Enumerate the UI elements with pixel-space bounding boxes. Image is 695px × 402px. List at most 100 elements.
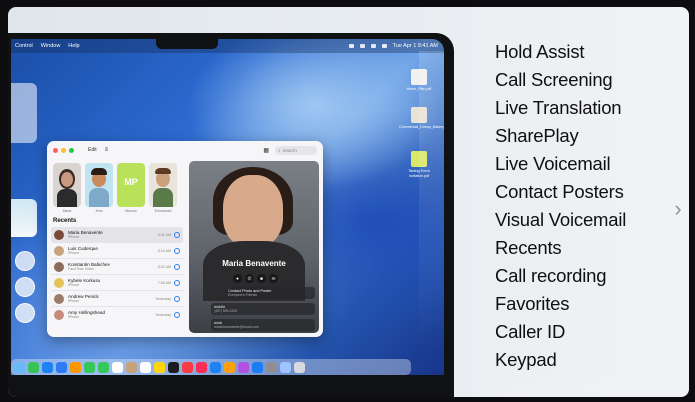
message-icon[interactable]: ● [233, 274, 242, 283]
minimize-button[interactable] [61, 147, 66, 153]
video-icon[interactable] [174, 263, 180, 270]
edit-button[interactable]: Edit [88, 147, 97, 153]
feature-list: Hold Assist Call Screening Live Translat… [495, 38, 626, 374]
safari-icon[interactable] [56, 361, 67, 373]
feature-item: Call Screening [495, 69, 613, 90]
phone-icon[interactable] [98, 361, 109, 373]
poster-contact-name: Maria Benavente [222, 259, 286, 268]
feature-item: Favorites [495, 293, 570, 314]
downloads-folder-icon[interactable] [280, 361, 291, 373]
feature-item: Visual Voicemail [495, 209, 627, 230]
camera-notch [156, 39, 218, 49]
recent-row[interactable]: Luis Cuderque iPhone 8:10 AM [51, 243, 183, 259]
favorite-emmanuel[interactable] [149, 163, 177, 207]
feature-item: Recents [495, 237, 562, 258]
macbook-screen: Control Window Help Tue Apr 1 9:41 AM Ta… [8, 33, 454, 397]
desktop: Control Window Help Tue Apr 1 9:41 AM Ta… [11, 39, 444, 375]
search-icon[interactable] [370, 44, 376, 48]
feature-item: Caller ID [495, 321, 566, 342]
contact-actions: ● ✆ ■ ✉ [233, 274, 278, 283]
wifi-icon[interactable] [348, 44, 354, 48]
info-icon[interactable] [174, 247, 180, 254]
favorite-maria[interactable] [53, 163, 81, 207]
contact-photo [223, 175, 283, 247]
favorite-label: Maria [62, 209, 72, 213]
recent-row[interactable]: Maria Benavente iPhone 9:41 AM [51, 227, 183, 243]
avatar [54, 245, 64, 256]
messages-icon[interactable] [28, 361, 39, 373]
calendar-icon[interactable] [112, 361, 123, 373]
recents-list: Maria Benavente iPhone 9:41 AM Luis Cuder… [51, 227, 183, 322]
mail-icon[interactable]: ✉ [269, 274, 278, 283]
favorite-label: Marcus [125, 209, 137, 213]
control-center-icon[interactable] [381, 44, 387, 48]
music-icon[interactable] [182, 361, 193, 373]
zoom-button[interactable] [69, 147, 74, 153]
podcasts-icon[interactable] [238, 361, 249, 373]
finder-icon[interactable] [14, 361, 25, 373]
info-icon[interactable] [174, 231, 180, 238]
facetime-icon[interactable] [84, 361, 95, 373]
feature-item: SharePlay [495, 125, 579, 146]
phone-toolbar: Edit ≡ ▦ ⌕ Search [47, 141, 323, 159]
info-icon[interactable] [174, 279, 180, 286]
avatar [54, 309, 64, 320]
filter-icon[interactable]: ≡ [105, 147, 109, 153]
menu-help[interactable]: Help [68, 43, 79, 49]
feature-item: Live Translation [495, 97, 622, 118]
poster-settings-card[interactable]: Contact Photo and Poster Everyone's Frie… [225, 287, 315, 299]
next-slide-chevron-icon[interactable]: › [670, 195, 686, 223]
app-store-icon[interactable] [252, 361, 263, 373]
video-icon[interactable]: ■ [257, 274, 266, 283]
news-icon[interactable] [196, 361, 207, 373]
clock-widget-3[interactable] [15, 303, 35, 323]
recent-row[interactable]: Kybele Korkusu iPhone 7:58 AM [51, 275, 183, 291]
menu-bar: Control Window Help Tue Apr 1 9:41 AM [11, 39, 444, 53]
menu-clock[interactable]: Tue Apr 1 9:41 AM [393, 43, 438, 49]
recent-row[interactable]: Andrew Penick iPhone Yesterday [51, 291, 183, 307]
feature-item: Contact Posters [495, 181, 624, 202]
menu-window[interactable]: Window [41, 43, 61, 49]
recent-row[interactable]: Konstantin Babichev FaceTime Video 8:02 A… [51, 259, 183, 275]
avatar [54, 229, 64, 240]
mobile-number-card[interactable]: mobile (407) 555-0190 [211, 303, 315, 315]
keynote-icon[interactable] [210, 361, 221, 373]
phone-icon[interactable]: ✆ [245, 274, 254, 283]
trash-icon[interactable] [294, 361, 305, 373]
work-email-card[interactable]: work maria.benavente@icloud.com [211, 319, 315, 331]
phone-app-window: Edit ≡ ▦ ⌕ Search MP Maria Jess Marcus E… [47, 141, 323, 337]
dock [11, 359, 411, 375]
search-icon: ⌕ [278, 147, 281, 153]
battery-icon[interactable] [359, 44, 365, 48]
favorites-row: MP [53, 163, 177, 207]
avatar [54, 277, 64, 288]
mail-icon[interactable] [42, 361, 53, 373]
notes-icon[interactable] [154, 361, 165, 373]
recent-row[interactable]: Amy Hollingshead iPhone Yesterday [51, 307, 183, 322]
contacts-icon[interactable] [126, 361, 137, 373]
reminders-icon[interactable] [140, 361, 151, 373]
favorite-jess[interactable] [85, 163, 113, 207]
avatar [54, 293, 64, 304]
menu-control[interactable]: Control [15, 43, 33, 49]
pages-icon[interactable] [224, 361, 235, 373]
keypad-grid-icon[interactable]: ▦ [263, 147, 269, 154]
search-field[interactable]: ⌕ Search [275, 145, 317, 155]
photos-icon[interactable] [70, 361, 81, 373]
feature-item: Call recording [495, 265, 607, 286]
tv-icon[interactable] [168, 361, 179, 373]
weather-widget[interactable] [11, 83, 37, 143]
favorite-marcus[interactable]: MP [117, 163, 145, 207]
info-icon[interactable] [174, 295, 180, 302]
system-settings-icon[interactable] [266, 361, 277, 373]
avatar [54, 261, 64, 272]
clock-widget-2[interactable] [15, 277, 35, 297]
contact-poster: Maria Benavente ● ✆ ■ ✉ Contact Photo an… [189, 161, 319, 333]
favorite-label: Emmanuel [154, 209, 172, 213]
clock-widget-1[interactable] [15, 251, 35, 271]
photo-widget[interactable] [11, 199, 37, 237]
slide-frame: Control Window Help Tue Apr 1 9:41 AM Ta… [8, 7, 689, 397]
close-button[interactable] [53, 147, 58, 153]
feature-item: Hold Assist [495, 41, 585, 62]
info-icon[interactable] [174, 311, 180, 318]
